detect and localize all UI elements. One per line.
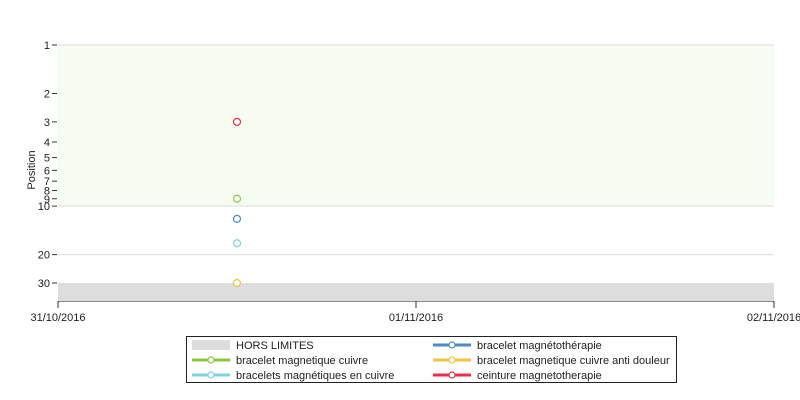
legend-label: bracelet magnétothérapie <box>477 340 602 352</box>
y-tick-label: 20 <box>38 250 50 262</box>
legend-label: HORS LIMITES <box>236 340 314 352</box>
data-point <box>232 214 242 223</box>
data-point <box>232 194 242 203</box>
legend-swatch <box>192 340 230 350</box>
x-tick-label: 01/11/2016 <box>389 312 443 324</box>
legend-marker <box>448 356 456 364</box>
y-tick-label: 2 <box>44 89 50 101</box>
bands-layer <box>58 45 774 301</box>
legend-label: bracelet magnetique cuivre <box>236 355 368 367</box>
data-point <box>232 239 242 248</box>
legend-label: ceinture magnetotherapie <box>477 370 602 382</box>
band-hors-limites <box>58 283 774 301</box>
band-top10 <box>58 45 774 207</box>
chart: 12345678910203031/10/2016 01/11/2016 02/11… <box>26 40 800 383</box>
y-tick-label: 5 <box>44 153 50 165</box>
legend-marker <box>207 371 215 379</box>
legend-marker <box>448 341 456 349</box>
y-tick-label: 10 <box>38 201 50 213</box>
data-point <box>232 278 242 288</box>
legend-marker <box>207 356 215 364</box>
y-tick-label: 3 <box>44 117 50 129</box>
y-tick-label: 1 <box>44 40 50 52</box>
legend-label: bracelets magnétiques en cuivre <box>236 370 394 382</box>
legend-label: bracelet magnetique cuivre anti douleur <box>477 355 670 367</box>
x-tick-label: 31/10/2016 <box>30 312 85 324</box>
legend: HORS LIMITES bracelet magnétothérapie brac… <box>186 336 677 383</box>
x-tick-label: 02/11/2016 <box>747 312 800 324</box>
y-tick-label: 30 <box>38 278 50 290</box>
y-tick-label: 4 <box>44 137 50 149</box>
legend-marker <box>448 371 456 379</box>
y-axis-label: Position <box>26 150 38 189</box>
data-point <box>232 117 242 126</box>
